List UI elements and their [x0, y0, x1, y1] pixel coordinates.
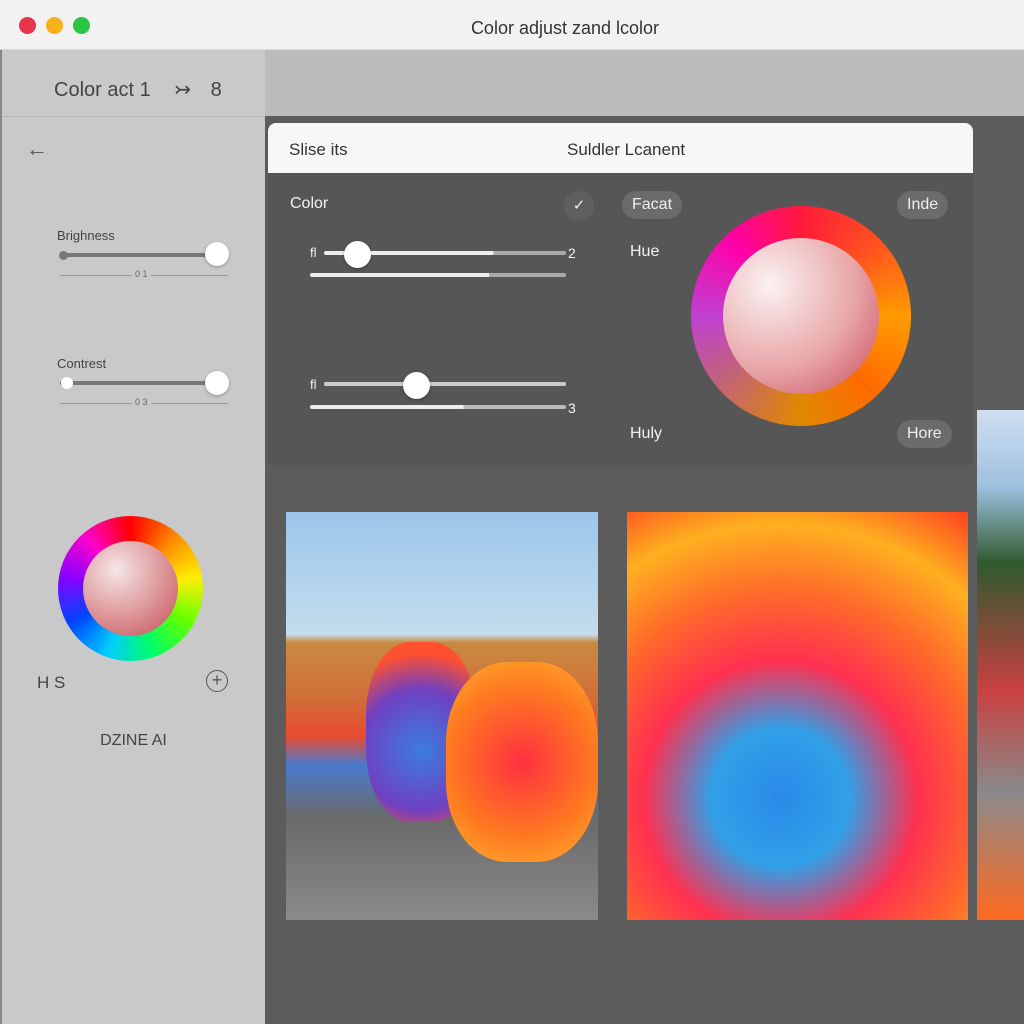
slider1-max: 2 [568, 245, 576, 261]
brightness-min-dot [59, 251, 68, 260]
photo-thumbnail-3[interactable] [977, 410, 1024, 920]
slider2-min: fl [310, 377, 317, 392]
photo-subject [446, 662, 598, 862]
sidebar-title: Color act 1 [54, 79, 151, 101]
add-icon[interactable]: + [206, 670, 228, 692]
contrast-min-knob[interactable] [61, 377, 73, 389]
contrast-slider-knob[interactable] [205, 371, 229, 395]
hue-wheel[interactable] [691, 206, 911, 426]
arrow-icon[interactable]: ↣ [174, 79, 191, 101]
color-wheel[interactable] [58, 516, 203, 661]
brightness-label: Brighness [57, 228, 115, 243]
toolbar-strip [265, 50, 1024, 116]
color-wheel-center [83, 541, 178, 636]
contrast-slider[interactable] [60, 381, 218, 385]
slider1-min: fl [310, 245, 317, 260]
huly-label: Huly [630, 425, 663, 442]
panel-header-center[interactable]: Suldler Lcanent [567, 140, 685, 160]
slider1-secondary-track[interactable] [310, 273, 566, 277]
inde-button[interactable]: Inde [897, 191, 949, 219]
slider2-max: 3 [568, 400, 576, 416]
hue-label: Hue [630, 243, 660, 260]
panel-header: Slise its Suldler Lcanent [268, 123, 973, 173]
sidebar-header: Color act 1 ↣ 8 [2, 50, 265, 117]
brightness-slider-knob[interactable] [205, 242, 229, 266]
brightness-slider[interactable] [60, 253, 218, 257]
contrast-label: Contrest [57, 356, 107, 371]
slider1-knob[interactable] [344, 241, 371, 268]
brand-label: DZINE AI [100, 732, 167, 749]
panel-header-left[interactable]: Slise its [289, 140, 348, 160]
window-title: Color adjust zand lcolor [470, 18, 660, 38]
color-label: Color [290, 195, 329, 212]
facet-button[interactable]: Facat [622, 191, 683, 219]
link-icon[interactable]: 8 [211, 79, 222, 101]
photo-thumbnail-1[interactable] [286, 512, 598, 920]
back-arrow-icon[interactable]: ← [26, 136, 48, 162]
slider2-secondary-track[interactable] [310, 405, 566, 409]
hue-wheel-center [723, 238, 879, 394]
photo-thumbnail-2[interactable] [627, 512, 968, 920]
contrast-tick: 0 3 [132, 397, 151, 407]
slider2-track[interactable] [324, 382, 566, 386]
sidebar: Color act 1 ↣ 8 ← Brighness 0 1 Contrest… [0, 50, 265, 1024]
check-icon[interactable]: ✓ [564, 191, 594, 221]
more-button[interactable]: Hore [897, 420, 952, 448]
title-bar: Color adjust zand lcolor [0, 0, 1024, 50]
hs-label: H S [37, 673, 66, 692]
brightness-tick: 0 1 [132, 269, 151, 279]
color-adjust-panel: Slise its Suldler Lcanent Color ✓ fl 2 f… [268, 123, 973, 465]
slider2-knob[interactable] [403, 372, 430, 399]
